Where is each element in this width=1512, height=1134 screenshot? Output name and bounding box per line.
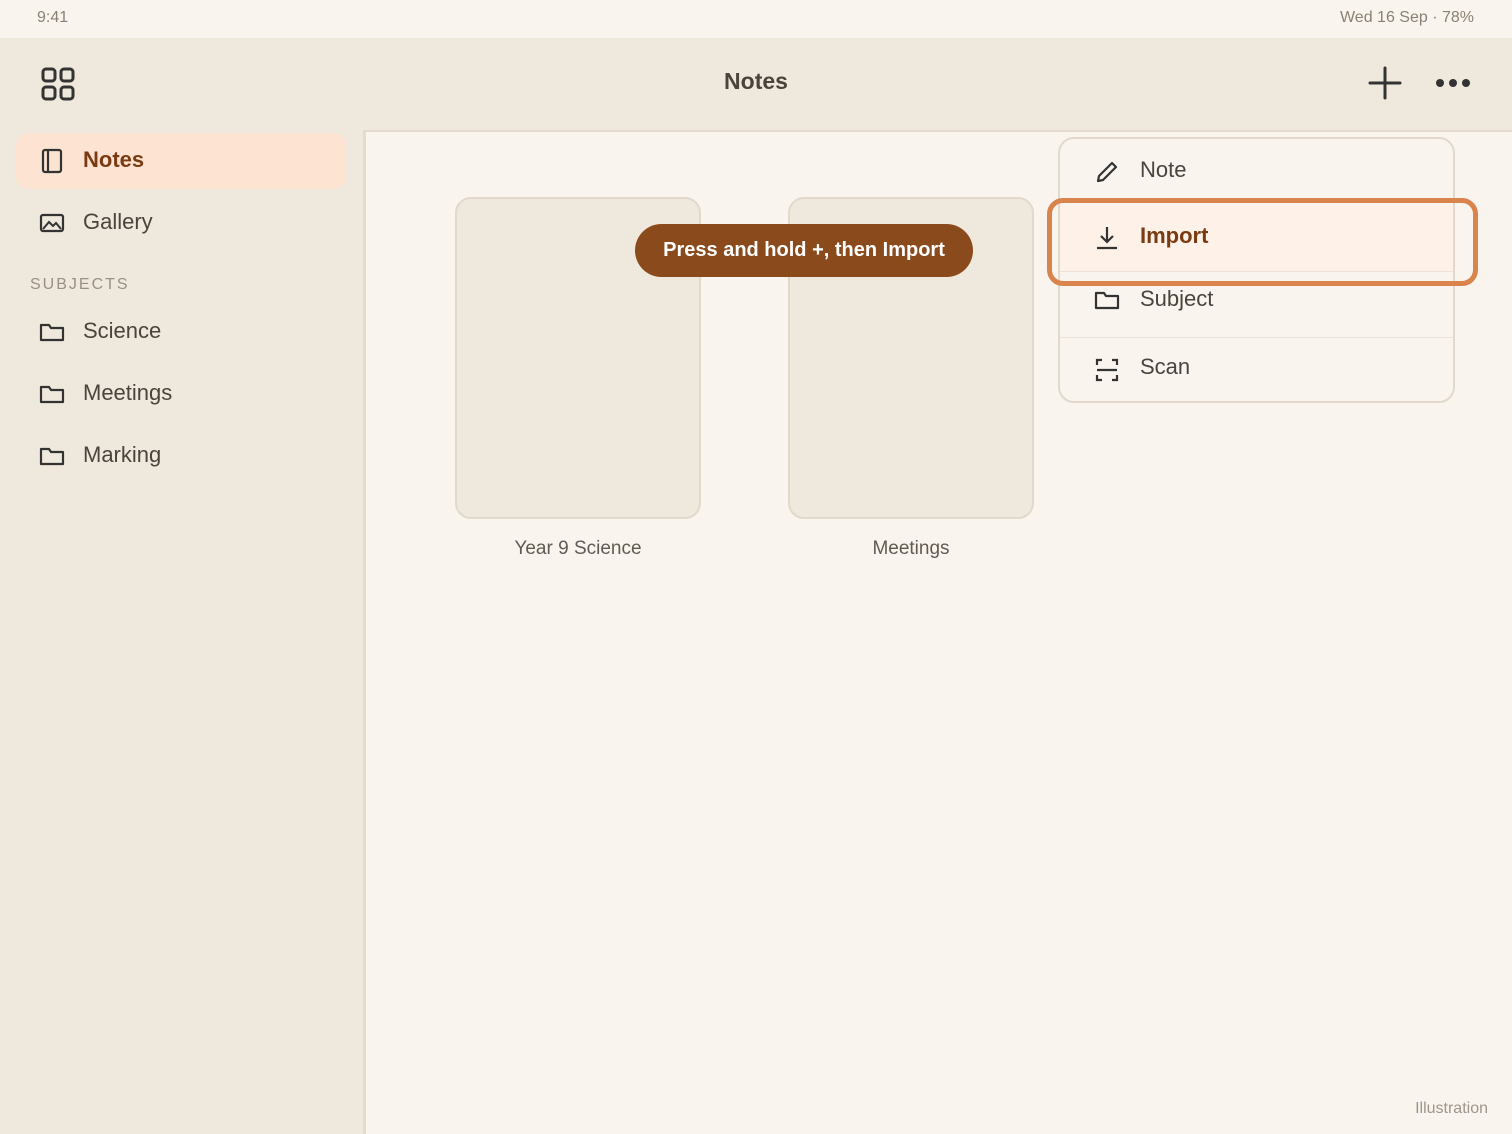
hint-tooltip: Press and hold +, then Import <box>635 224 973 277</box>
notebook-icon <box>41 148 63 174</box>
top-bar: Notes <box>0 38 1512 130</box>
sidebar-item-notes[interactable]: Notes <box>16 133 346 189</box>
folder-icon <box>39 385 65 404</box>
sidebar-item-label: Notes <box>83 147 145 172</box>
folder-icon <box>1094 291 1120 310</box>
menu-item-note[interactable]: Note <box>1060 139 1453 205</box>
folder-icon <box>39 447 65 466</box>
menu-item-label: Scan <box>1140 354 1191 379</box>
more-options-button[interactable] <box>1432 68 1474 98</box>
menu-item-label: Note <box>1140 157 1187 182</box>
status-time: 9:41 <box>37 9 69 26</box>
subjects-heading: SUBJECTS <box>30 276 130 293</box>
add-menu: Note Import Subject Scan <box>1058 137 1455 403</box>
add-button[interactable] <box>1366 64 1404 102</box>
sidebar-item-label: Gallery <box>83 209 153 234</box>
sidebar-item-label: Marking <box>83 442 162 467</box>
plus-icon <box>1368 66 1402 100</box>
notebook-card-label: Year 9 Science <box>514 538 642 559</box>
notebook-card-label: Meetings <box>872 538 950 559</box>
page-title: Notes <box>724 68 788 94</box>
menu-item-label: Import <box>1140 223 1209 248</box>
menu-item-import[interactable]: Import <box>1060 205 1453 271</box>
folder-icon <box>39 323 65 342</box>
download-icon <box>1097 227 1117 250</box>
sidebar-item-marking[interactable]: Marking <box>16 428 346 484</box>
sidebar-item-science[interactable]: Science <box>16 304 346 360</box>
sidebar: Notes Gallery SUBJECTS Science Meetings … <box>0 130 363 1134</box>
sidebar-item-label: Meetings <box>83 380 173 405</box>
sidebar-item-label: Science <box>83 318 162 343</box>
sidebar-item-meetings[interactable]: Meetings <box>16 366 346 422</box>
menu-item-scan[interactable]: Scan <box>1060 337 1453 403</box>
menu-item-subject[interactable]: Subject <box>1060 271 1453 337</box>
illustration-watermark: Illustration <box>1415 1100 1488 1117</box>
status-bar: 9:41 Wed 16 Sep · 78% <box>0 0 1512 38</box>
status-date-battery: Wed 16 Sep · 78% <box>1339 9 1474 26</box>
sidebar-item-gallery[interactable]: Gallery <box>16 195 346 251</box>
more-icon <box>1436 79 1470 87</box>
menu-item-label: Subject <box>1140 286 1214 311</box>
pencil-icon <box>1096 161 1118 183</box>
image-icon <box>39 213 65 233</box>
scan-icon <box>1095 358 1119 382</box>
